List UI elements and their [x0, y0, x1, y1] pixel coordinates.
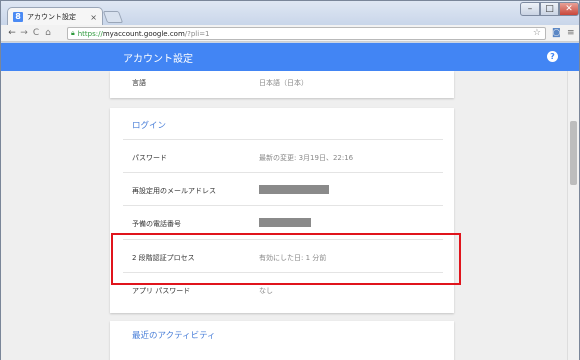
lock-icon: 🔒︎ [71, 29, 75, 37]
recovery-email-label: 再設定用のメールアドレス [132, 187, 216, 195]
minimize-button[interactable]: – [520, 2, 540, 16]
tab-account-settings[interactable]: 8 アカウント設定 × [7, 7, 103, 26]
new-tab-button[interactable] [102, 11, 124, 23]
recovery-phone-redacted [259, 218, 311, 227]
scrollbar[interactable] [567, 71, 579, 360]
address-bar[interactable]: 🔒︎ https:// myaccount.google.com /?pli=1… [67, 27, 546, 40]
home-icon[interactable]: ⌂ [42, 26, 54, 40]
divider [123, 172, 443, 173]
app-passwords-label: アプリ パスワード [132, 287, 191, 295]
recovery-phone-label: 予備の電話番号 [132, 220, 181, 228]
divider [123, 205, 443, 206]
settings-content: 言語 日本語（日本） ログイン パスワード 最新の変更: 3月19日、22:16… [1, 71, 567, 360]
highlight-box [111, 233, 461, 285]
activity-section-title[interactable]: 最近のアクティビティ [132, 329, 216, 341]
reload-icon[interactable]: C [30, 26, 42, 40]
password-value: 最新の変更: 3月19日、22:16 [259, 154, 354, 162]
scroll-thumb[interactable] [570, 121, 577, 185]
language-value: 日本語（日本） [259, 79, 308, 87]
help-icon[interactable]: ? [547, 51, 558, 62]
divider [123, 139, 443, 140]
recovery-email-redacted [259, 185, 329, 194]
tab-strip: 8 アカウント設定 × – □ ✕ [1, 1, 579, 26]
url-host: myaccount.google.com [102, 29, 185, 38]
browser-toolbar: ← → C ⌂ 🔒︎ https:// myaccount.google.com… [1, 25, 579, 42]
close-window-button[interactable]: ✕ [559, 2, 579, 16]
maximize-button[interactable]: □ [540, 2, 559, 16]
password-label: パスワード [132, 154, 167, 162]
url-scheme: https:// [77, 29, 103, 38]
camera-icon[interactable]: ◙ [552, 27, 561, 40]
login-section-title: ログイン [132, 121, 167, 131]
url-path: /?pli=1 [184, 29, 210, 38]
forward-icon[interactable]: → [18, 26, 30, 40]
language-card: 言語 日本語（日本） [110, 71, 454, 98]
page-title: アカウント設定 [123, 54, 193, 65]
app-passwords-value: なし [259, 287, 273, 295]
tab-title: アカウント設定 [27, 13, 76, 21]
back-icon[interactable]: ← [6, 26, 18, 40]
browser-window: 8 アカウント設定 × – □ ✕ ← → C ⌂ 🔒︎ https:// my… [0, 0, 580, 360]
tab-close-icon[interactable]: × [90, 13, 97, 22]
recent-activity-card: 最近のアクティビティ [110, 321, 454, 360]
app-header: アカウント設定 ? [1, 43, 579, 71]
menu-icon[interactable]: ≡ [567, 27, 575, 40]
star-icon[interactable]: ☆ [533, 28, 541, 39]
language-label: 言語 [132, 79, 146, 87]
google-favicon-icon: 8 [13, 12, 23, 22]
